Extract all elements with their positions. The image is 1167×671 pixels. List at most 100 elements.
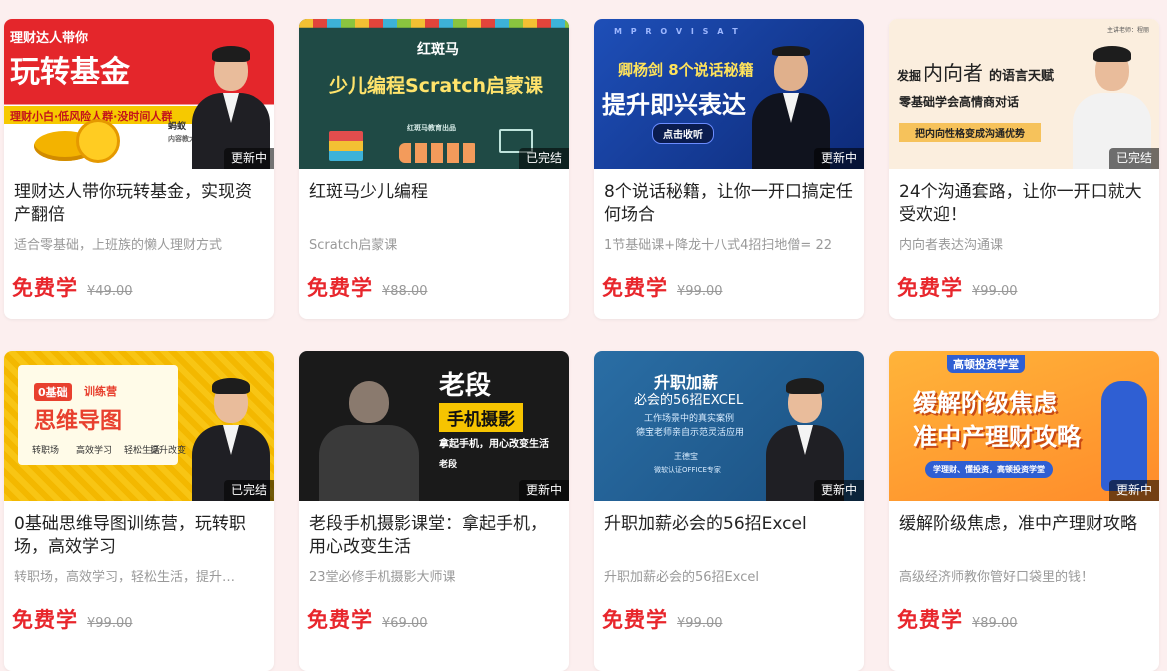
- books-icon: [329, 131, 363, 161]
- thumb-strip: 把内向性格变成沟通优势: [899, 123, 1041, 142]
- course-title[interactable]: 理财达人带你玩转基金，实现资产翻倍: [14, 181, 264, 227]
- thumb-post: 的语言天赋: [989, 69, 1055, 84]
- course-thumbnail[interactable]: 理财达人带你 玩转基金 理财小白·低风险人群·没时间人群 蚂蚁 内容教大家 更新…: [4, 19, 274, 169]
- price-row: 免费学 ¥89.00: [897, 604, 1018, 634]
- course-subtitle: 升职加薪必会的56招Excel: [604, 570, 759, 585]
- course-grid: 理财达人带你 玩转基金 理财小白·低风险人群·没时间人群 蚂蚁 内容教大家 更新…: [0, 0, 1167, 671]
- thumb-line4: 德宝老师亲自示范灵活应用: [636, 428, 745, 438]
- price-row: 免费学 ¥99.00: [602, 604, 723, 634]
- course-card[interactable]: M P R O V I S A T 卿杨剑 8个说话秘籍 提升即兴表达 点击收听…: [594, 19, 864, 319]
- course-title[interactable]: 24个沟通套路，让你一开口就大受欢迎！: [899, 181, 1149, 227]
- original-price: ¥49.00: [87, 284, 133, 299]
- course-card[interactable]: 高顿投资学堂 缓解阶级焦虑 准中产理财攻略 学理财、懂投资，高顿投资学堂 更新中…: [889, 351, 1159, 671]
- course-subtitle: 转职场，高效学习，轻松生活，提升…: [14, 570, 236, 585]
- thumb-name: 老段: [439, 460, 458, 470]
- thumb-headline: 玩转基金: [10, 55, 130, 90]
- coin-icon: [76, 119, 120, 163]
- free-label: 免费学: [12, 608, 78, 632]
- thumb-role: 微软认证OFFICE专家: [654, 466, 721, 474]
- course-subtitle: 23堂必修手机摄影大师课: [309, 570, 456, 585]
- course-title[interactable]: 红斑马少儿编程: [309, 181, 559, 227]
- price-row: 免费学 ¥99.00: [602, 272, 723, 302]
- course-subtitle: 适合零基础，上班族的懒人理财方式: [14, 238, 223, 253]
- course-thumbnail[interactable]: 高顿投资学堂 缓解阶级焦虑 准中产理财攻略 学理财、懂投资，高顿投资学堂 更新中: [889, 351, 1159, 501]
- free-label: 免费学: [307, 608, 373, 632]
- price-row: 免费学 ¥69.00: [307, 604, 428, 634]
- course-title[interactable]: 缓解阶级焦虑，准中产理财攻略: [899, 513, 1149, 559]
- original-price: ¥89.00: [972, 616, 1018, 631]
- status-badge: 已完结: [1108, 148, 1159, 169]
- thumb-line1: 卿杨剑 8个说话秘籍: [618, 61, 754, 79]
- course-subtitle: Scratch启蒙课: [309, 238, 398, 253]
- price-row: 免费学 ¥99.00: [897, 272, 1018, 302]
- thumb-corner: 主讲老师：程丽: [1107, 27, 1150, 34]
- status-badge: 更新中: [223, 148, 274, 169]
- bunting-decoration: [299, 19, 569, 28]
- original-price: ¥99.00: [677, 284, 723, 299]
- thumb-line2: 准中产理财攻略: [913, 423, 1081, 451]
- price-row: 免费学 ¥49.00: [12, 272, 133, 302]
- course-thumbnail[interactable]: 红斑马 少儿编程Scratch启蒙课 红斑马教育出品 已完结: [299, 19, 569, 169]
- thumb-line2: 零基础学会高情商对话: [899, 95, 1020, 109]
- original-price: ¥88.00: [382, 284, 428, 299]
- thumb-headline: 思维导图: [34, 409, 123, 434]
- course-thumbnail[interactable]: 老段 手机摄影 拿起手机，用心改变生活 老段 更新中: [299, 351, 569, 501]
- course-thumbnail[interactable]: M P R O V I S A T 卿杨剑 8个说话秘籍 提升即兴表达 点击收听…: [594, 19, 864, 169]
- thumb-line2: 手机摄影: [439, 403, 523, 432]
- price-row: 免费学 ¥88.00: [307, 272, 428, 302]
- thumb-tag2: 训练营: [84, 385, 117, 398]
- free-label: 免费学: [602, 276, 668, 300]
- course-thumbnail[interactable]: 升职加薪 必会的56招EXCEL 工作场景中的真实案例 德宝老师亲自示范灵活应用…: [594, 351, 864, 501]
- thumb-top: 高顿投资学堂: [947, 355, 1025, 373]
- thumb-line1: 缓解阶级焦虑: [913, 389, 1057, 417]
- thumb-logo: 红斑马: [417, 42, 459, 58]
- kids-illustration: [399, 143, 479, 163]
- free-label: 免费学: [12, 276, 78, 300]
- thumb-name: 王德宝: [674, 452, 698, 461]
- thumb-big: 内向者: [923, 61, 983, 85]
- thumb-headline: 提升即兴表达: [602, 91, 746, 119]
- course-card[interactable]: 发掘 内向者 的语言天赋 零基础学会高情商对话 把内向性格变成沟通优势 主讲老师…: [889, 19, 1159, 319]
- status-badge: 已完结: [223, 480, 274, 501]
- status-badge: 更新中: [813, 148, 864, 169]
- thumb-item: 提升改变: [150, 446, 187, 456]
- thumb-banner: 理财达人带你: [10, 31, 89, 46]
- free-label: 免费学: [602, 608, 668, 632]
- thumb-line1: 老段: [439, 371, 492, 401]
- thumb-line2: 必会的56招EXCEL: [634, 393, 744, 408]
- course-subtitle: 高级经济师教你管好口袋里的钱！: [899, 570, 1095, 585]
- status-badge: 已完结: [518, 148, 569, 169]
- thumb-line3: 拿起手机，用心改变生活: [439, 439, 549, 450]
- original-price: ¥99.00: [87, 616, 133, 631]
- original-price: ¥69.00: [382, 616, 428, 631]
- course-card[interactable]: 老段 手机摄影 拿起手机，用心改变生活 老段 更新中 老段手机摄影课堂：拿起手机…: [299, 351, 569, 671]
- course-thumbnail[interactable]: 发掘 内向者 的语言天赋 零基础学会高情商对话 把内向性格变成沟通优势 主讲老师…: [889, 19, 1159, 169]
- course-card[interactable]: 红斑马 少儿编程Scratch启蒙课 红斑马教育出品 已完结 红斑马少儿编程 S…: [299, 19, 569, 319]
- course-card[interactable]: 理财达人带你 玩转基金 理财小白·低风险人群·没时间人群 蚂蚁 内容教大家 更新…: [4, 19, 274, 319]
- course-title[interactable]: 老段手机摄影课堂：拿起手机，用心改变生活: [309, 513, 559, 559]
- status-badge: 更新中: [1108, 480, 1159, 501]
- thumb-side-name: 蚂蚁: [168, 122, 187, 132]
- course-card[interactable]: 升职加薪 必会的56招EXCEL 工作场景中的真实案例 德宝老师亲自示范灵活应用…: [594, 351, 864, 671]
- course-title[interactable]: 0基础思维导图训练营，玩转职场，高效学习: [14, 513, 264, 559]
- thumb-pill: 学理财、懂投资，高顿投资学堂: [925, 461, 1053, 478]
- thumb-button: 点击收听: [652, 123, 714, 144]
- thumb-line3: 工作场景中的真实案例: [644, 414, 735, 424]
- free-label: 免费学: [897, 276, 963, 300]
- course-subtitle: 内向者表达沟通课: [899, 238, 1004, 253]
- free-label: 免费学: [897, 608, 963, 632]
- status-badge: 更新中: [813, 480, 864, 501]
- course-thumbnail[interactable]: 0基础 训练营 思维导图 转职场 高效学习 轻松生活 提升改变 已完结: [4, 351, 274, 501]
- course-title[interactable]: 8个说话秘籍，让你一开口搞定任何场合: [604, 181, 854, 227]
- thumb-caption: 红斑马教育出品: [407, 124, 456, 132]
- course-title[interactable]: 升职加薪必会的56招Excel: [604, 513, 854, 559]
- original-price: ¥99.00: [972, 284, 1018, 299]
- free-label: 免费学: [307, 276, 373, 300]
- original-price: ¥99.00: [677, 616, 723, 631]
- price-row: 免费学 ¥99.00: [12, 604, 133, 634]
- course-card[interactable]: 0基础 训练营 思维导图 转职场 高效学习 轻松生活 提升改变 已完结 0基础思…: [4, 351, 274, 671]
- thumb-top-text: M P R O V I S A T: [614, 27, 741, 36]
- thumb-item: 转职场: [32, 446, 60, 456]
- course-subtitle: 1节基础课+降龙十八式4招扫地僧= 22: [604, 238, 833, 253]
- thumb-pre: 发掘: [897, 69, 922, 83]
